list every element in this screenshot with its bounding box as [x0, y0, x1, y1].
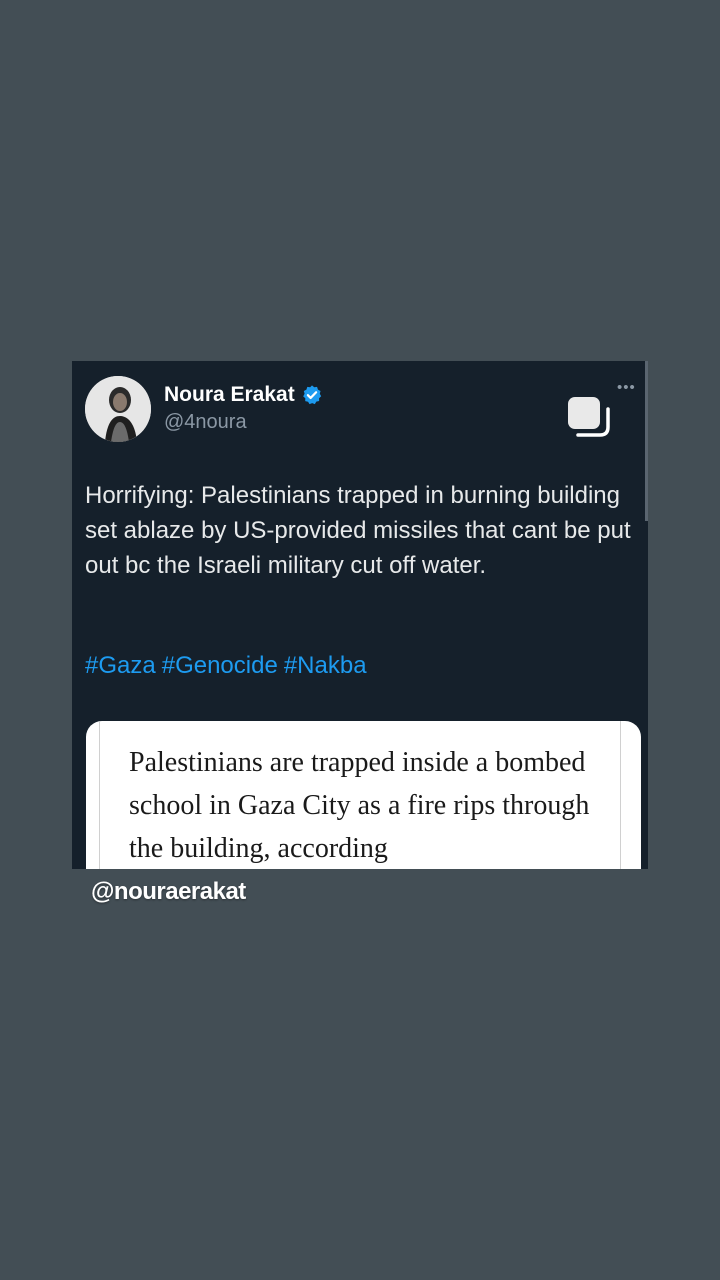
- tweet-text: Horrifying: Palestinians trapped in burn…: [85, 482, 631, 579]
- author-handle[interactable]: @4noura: [164, 411, 247, 434]
- card-text: Palestinians are trapped inside a bombed…: [129, 747, 590, 864]
- hashtag-genocide[interactable]: #Genocide: [162, 652, 278, 679]
- hashtags: #Gaza #Genocide #Nakba: [85, 652, 373, 680]
- quoted-article-card[interactable]: Palestinians are trapped inside a bombed…: [86, 721, 641, 869]
- author-row: Noura Erakat: [164, 383, 323, 407]
- tweet-screenshot: ••• Noura Erakat @4noura Horrifying: Pal…: [72, 361, 648, 869]
- more-dots-icon[interactable]: •••: [617, 380, 636, 395]
- hashtag-nakba[interactable]: #Nakba: [284, 652, 367, 679]
- scrollbar[interactable]: [645, 361, 648, 521]
- watermark-handle: @nouraerakat: [91, 878, 246, 905]
- copy-icon[interactable]: [564, 393, 612, 441]
- hashtag-gaza[interactable]: #Gaza: [85, 652, 156, 679]
- verified-badge-icon: [302, 385, 321, 405]
- author-name[interactable]: Noura Erakat: [164, 383, 295, 407]
- avatar[interactable]: [85, 376, 151, 442]
